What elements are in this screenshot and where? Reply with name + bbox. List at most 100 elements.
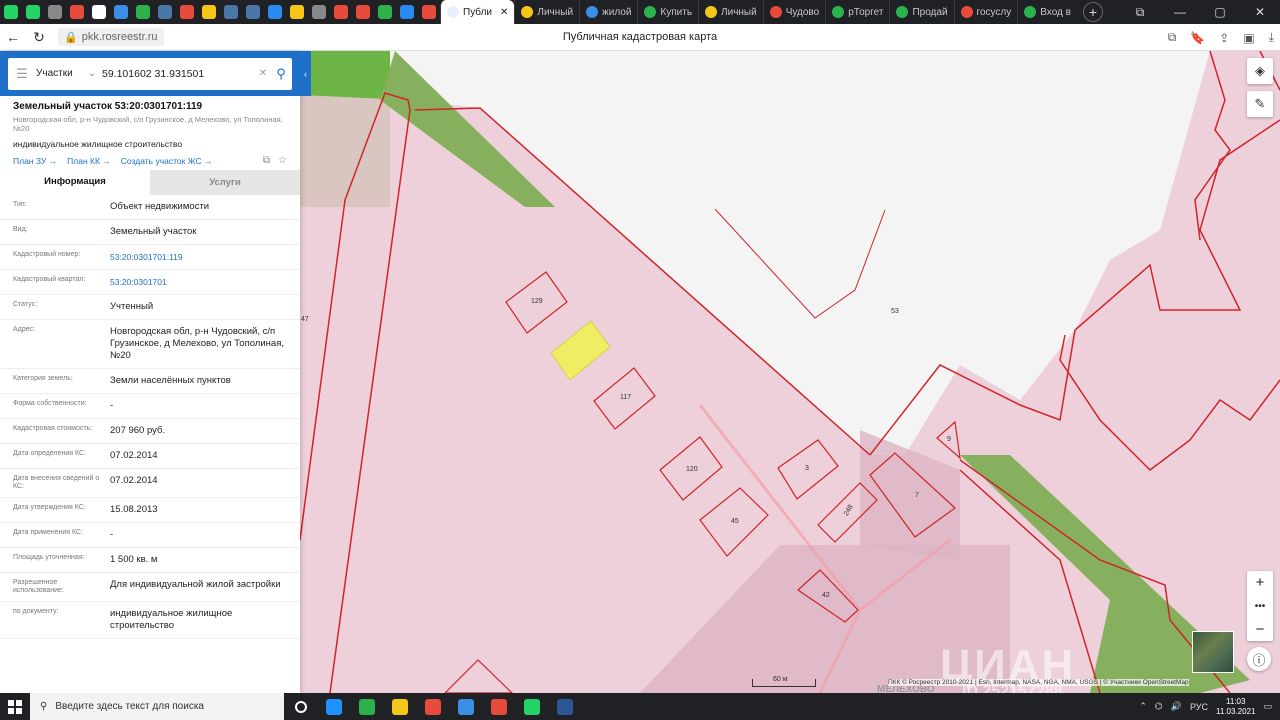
- attribute-value[interactable]: 53:20:0301701: [110, 276, 300, 288]
- maximize-icon[interactable]: ▢: [1200, 5, 1240, 19]
- attribute-row: Дата применения КС: -: [0, 523, 300, 548]
- search-input[interactable]: 59.101602 31.931501: [102, 68, 256, 80]
- menu-icon[interactable]: ☰: [8, 66, 36, 82]
- clock[interactable]: 11:03 11.03.2021: [1216, 697, 1255, 717]
- attribute-key: Форма собственности:: [13, 400, 87, 407]
- more-icon[interactable]: •••: [1255, 601, 1266, 612]
- attribute-key: по документу:: [13, 608, 59, 615]
- tab-services[interactable]: Услуги: [150, 170, 300, 195]
- favicon-icon: [1024, 6, 1037, 18]
- basemap-switcher[interactable]: [1192, 631, 1234, 673]
- volume-icon[interactable]: 🔊: [1171, 701, 1182, 712]
- restore-icon[interactable]: ⧉: [1120, 5, 1160, 20]
- attribute-value: Новгородская обл, р-н Чудовский, с/п Гру…: [110, 326, 284, 361]
- object-title: Земельный участок 53:20:0301701:119: [13, 101, 203, 112]
- chevron-up-icon[interactable]: ⌃: [1139, 701, 1147, 712]
- pinned-tab[interactable]: [422, 5, 436, 19]
- create-parcel-link[interactable]: Создать участок ЖС →: [121, 156, 213, 166]
- browser-tab[interactable]: Личный: [514, 0, 579, 24]
- extension-icon[interactable]: ▣: [1243, 31, 1254, 45]
- browser-tab[interactable]: Вход в: [1017, 0, 1077, 24]
- browser-tab[interactable]: Публи ✕: [440, 0, 515, 24]
- taskbar-search[interactable]: ⚲ Введите здесь текст для поиска: [30, 693, 284, 720]
- search-type-select[interactable]: Участки ⌄: [36, 68, 102, 79]
- browser-tab[interactable]: Личный: [698, 0, 763, 24]
- pinned-tab[interactable]: [92, 5, 106, 19]
- pinned-tab[interactable]: [202, 5, 216, 19]
- browser-tab[interactable]: pТоргет: [825, 0, 889, 24]
- plan-kk-link[interactable]: План КК →: [67, 156, 111, 166]
- layers-button[interactable]: ◈: [1247, 58, 1273, 84]
- measure-button[interactable]: ✎: [1247, 91, 1273, 117]
- close-tab-icon[interactable]: ✕: [500, 7, 508, 18]
- attribute-row: Площадь уточненная: 1 500 кв. м: [0, 548, 300, 573]
- language-indicator[interactable]: РУС: [1190, 702, 1208, 712]
- minimize-icon[interactable]: —: [1160, 5, 1200, 19]
- pinned-tab[interactable]: [312, 5, 326, 19]
- clear-icon[interactable]: ✕: [256, 68, 270, 79]
- back-icon[interactable]: ←: [0, 29, 26, 45]
- info-button[interactable]: ⓘ: [1247, 647, 1271, 671]
- pinned-tab[interactable]: [268, 5, 282, 19]
- yandex-icon[interactable]: [482, 693, 515, 720]
- search-icon[interactable]: ⚲: [270, 66, 292, 82]
- new-tab-button[interactable]: +: [1082, 2, 1103, 22]
- pinned-tab[interactable]: [224, 5, 238, 19]
- pinned-tab[interactable]: [136, 5, 150, 19]
- pinned-tab[interactable]: [180, 5, 194, 19]
- scale-label: 60 м: [773, 676, 788, 683]
- pinned-tab[interactable]: [48, 5, 62, 19]
- windows-start-button[interactable]: [0, 699, 30, 714]
- cortana-icon[interactable]: [284, 693, 317, 720]
- whatsapp-icon[interactable]: [515, 693, 548, 720]
- pinned-tab[interactable]: [334, 5, 348, 19]
- notifications-icon[interactable]: ▭: [1263, 701, 1272, 712]
- tab-info[interactable]: Информация: [0, 170, 150, 195]
- parcel-label: 7: [915, 492, 919, 499]
- pinned-tab[interactable]: [246, 5, 260, 19]
- plan-zu-link[interactable]: План ЗУ →: [13, 156, 57, 166]
- bookmark-icon[interactable]: 🔖: [1190, 31, 1205, 45]
- mail-icon[interactable]: [449, 693, 482, 720]
- browser-tab[interactable]: Чудово: [762, 0, 826, 24]
- info-panel: ☰ Участки ⌄ 59.101602 31.931501 ✕ ⚲ Земе…: [0, 51, 300, 693]
- task-view-icon[interactable]: [317, 693, 350, 720]
- pinned-tab[interactable]: [290, 5, 304, 19]
- reload-icon[interactable]: ↻: [26, 29, 52, 46]
- close-window-icon[interactable]: ✕: [1240, 5, 1280, 19]
- word-icon[interactable]: [548, 693, 581, 720]
- browser-tab[interactable]: Продай: [889, 0, 953, 24]
- pinned-tab[interactable]: [158, 5, 172, 19]
- parcel-label: 47: [301, 316, 309, 323]
- collapse-panel-button[interactable]: ‹: [300, 51, 311, 96]
- browser-tab[interactable]: жилой: [579, 0, 637, 24]
- store-icon[interactable]: [416, 693, 449, 720]
- chevron-left-icon: ‹: [304, 68, 307, 79]
- pinned-tab[interactable]: [114, 5, 128, 19]
- address-bar[interactable]: 🔒 pkk.rosreestr.ru: [58, 28, 164, 46]
- network-icon[interactable]: ⌬: [1155, 701, 1163, 712]
- zoom-in-button[interactable]: +: [1256, 574, 1265, 591]
- attribute-value: -: [110, 400, 114, 411]
- pinned-tab[interactable]: [70, 5, 84, 19]
- pinned-tab[interactable]: [356, 5, 370, 19]
- copy-icon[interactable]: ⧉: [263, 155, 270, 166]
- browser-tab[interactable]: Купить: [637, 0, 698, 24]
- edge-icon[interactable]: [350, 693, 383, 720]
- share-icon[interactable]: ⇪: [1219, 31, 1229, 45]
- browser-tab[interactable]: госуслу: [953, 0, 1018, 24]
- star-icon[interactable]: ☆: [278, 155, 287, 166]
- pinned-tab[interactable]: [378, 5, 392, 19]
- pinned-tab[interactable]: [400, 5, 414, 19]
- pinned-tab[interactable]: [4, 5, 18, 19]
- layers-icon: ◈: [1255, 63, 1265, 78]
- pinned-tab[interactable]: [26, 5, 40, 19]
- attribute-row: Адрес: Новгородская обл, р-н Чудовский, с…: [0, 320, 300, 369]
- translate-icon[interactable]: ⧉: [1168, 30, 1177, 45]
- taskbar-search-placeholder: Введите здесь текст для поиска: [55, 701, 204, 712]
- attribute-row: Дата определения КС: 07.02.2014: [0, 444, 300, 469]
- zoom-out-button[interactable]: −: [1256, 621, 1265, 638]
- attribute-value[interactable]: 53:20:0301701:119: [110, 251, 300, 263]
- explorer-icon[interactable]: [383, 693, 416, 720]
- download-icon[interactable]: ⤓: [1269, 30, 1274, 45]
